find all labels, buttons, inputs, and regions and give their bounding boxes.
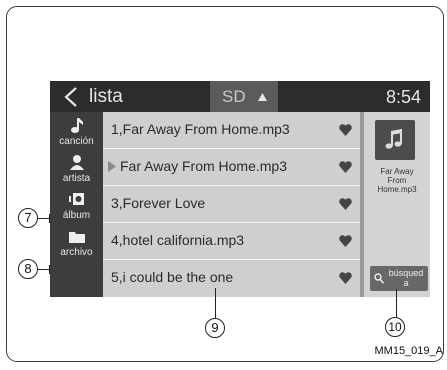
heart-icon[interactable]: [339, 124, 352, 136]
triangle-up-icon: [258, 93, 267, 101]
album-art: [375, 120, 415, 160]
now-playing-line: Far Away: [380, 167, 414, 176]
search-icon: [374, 273, 384, 284]
header-bar: lista SD 8:54: [50, 81, 430, 112]
search-label-line: búsqued: [388, 268, 424, 278]
play-indicator-icon: [108, 161, 116, 172]
source-label: SD: [222, 87, 246, 106]
sidebar-item-artist[interactable]: artista: [50, 149, 103, 186]
sidebar-item-folder[interactable]: archivo: [50, 223, 103, 260]
sidebar: canción artista álbum archivo: [50, 112, 103, 297]
list-item[interactable]: 3,Forever Love: [103, 186, 360, 223]
music-note-icon: [70, 118, 83, 133]
track-title: 1,Far Away From Home.mp3: [111, 121, 290, 137]
leader-line: [49, 214, 50, 223]
head-unit-screen: lista SD 8:54 canción artista álbum arch…: [50, 81, 430, 297]
callout-10: 10: [385, 317, 405, 337]
sidebar-item-label: artista: [62, 173, 91, 184]
now-playing-line: Home.mp3: [377, 185, 417, 194]
back-icon[interactable]: [62, 86, 80, 108]
leader-line: [396, 289, 397, 317]
sidebar-item-song[interactable]: canción: [50, 112, 103, 149]
page-title: lista: [89, 86, 123, 107]
sidebar-item-label: álbum: [62, 210, 91, 221]
track-title: 3,Forever Love: [111, 195, 206, 211]
track-title: 5,i could be the one: [111, 269, 234, 285]
source-selector[interactable]: SD: [210, 81, 278, 112]
person-icon: [69, 155, 84, 170]
list-item[interactable]: 4,hotel california.mp3: [103, 223, 360, 260]
track-title: Far Away From Home.mp3: [120, 158, 288, 174]
figure-code: MM15_019_A: [374, 345, 444, 357]
leader-line: [49, 265, 50, 274]
search-button[interactable]: búsqued a: [370, 266, 428, 291]
sidebar-item-label: canción: [59, 136, 94, 147]
clock: 8:54: [385, 87, 421, 107]
list-item[interactable]: 1,Far Away From Home.mp3: [103, 112, 360, 149]
callout-9: 9: [205, 318, 225, 338]
callout-8: 8: [18, 259, 38, 279]
sidebar-item-album[interactable]: álbum: [50, 186, 103, 223]
callout-7: 7: [18, 208, 38, 228]
track-list: 1,Far Away From Home.mp3 Far Away From H…: [103, 112, 360, 297]
music-note-icon: [385, 129, 402, 149]
track-title: 4,hotel california.mp3: [111, 232, 245, 248]
heart-icon[interactable]: [339, 235, 352, 247]
leader-line: [215, 288, 216, 318]
heart-icon[interactable]: [339, 272, 352, 284]
now-playing-title: Far Away From Home.mp3: [366, 167, 428, 194]
now-playing-line: From: [387, 176, 407, 185]
heart-icon[interactable]: [339, 198, 352, 210]
heart-icon[interactable]: [339, 161, 352, 173]
speaker-icon: [68, 193, 84, 205]
now-playing-panel: Far Away From Home.mp3 búsqued a: [360, 112, 430, 297]
search-label: búsqued a: [386, 268, 426, 288]
search-label-line: a: [403, 278, 409, 288]
sidebar-item-label: archivo: [60, 247, 93, 258]
folder-icon: [68, 232, 85, 243]
list-item[interactable]: 5,i could be the one: [103, 260, 360, 296]
list-item[interactable]: Far Away From Home.mp3: [103, 149, 360, 186]
